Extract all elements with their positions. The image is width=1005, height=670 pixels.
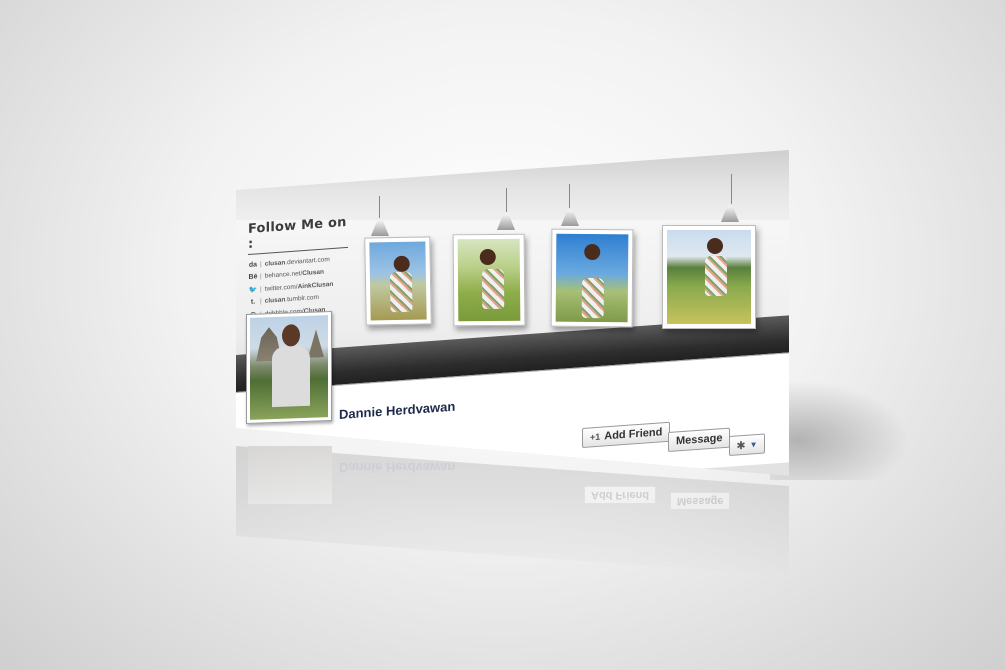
hanging-photo-2[interactable]	[452, 233, 526, 327]
reflection-photo	[248, 446, 332, 504]
add-friend-label: Add Friend	[604, 426, 663, 443]
deviantart-icon: da	[248, 261, 258, 269]
hanger-wire-3	[569, 184, 570, 208]
follow-me-title: Follow Me on :	[248, 214, 348, 255]
hanging-photo-4[interactable]	[662, 225, 756, 329]
profile-picture[interactable]	[246, 310, 332, 424]
person-body	[272, 345, 310, 408]
behance-icon: Bē	[248, 273, 258, 282]
message-label: Message	[676, 432, 723, 448]
link-text: clusan.tumblr.com	[264, 294, 319, 306]
woman-head	[479, 248, 496, 266]
woman-dress	[581, 277, 604, 319]
reflection-name: Dannie Herdvawan	[339, 460, 456, 475]
photo-image	[457, 238, 521, 322]
tumblr-icon: t.	[250, 298, 256, 307]
woman-head	[584, 243, 601, 261]
photo-image	[555, 233, 629, 323]
follow-me-panel: Follow Me on : da | clusan.deviantart.co…	[248, 214, 348, 322]
woman-head	[393, 255, 410, 273]
cover-top-rail	[236, 150, 789, 220]
photo-image	[667, 230, 751, 324]
woman-head	[707, 238, 723, 254]
photo-image	[369, 241, 427, 321]
hanger-wire-4	[731, 174, 732, 204]
chevron-down-icon: ▼	[749, 439, 758, 450]
add-friend-icon: +1	[590, 431, 601, 443]
gear-icon: ✱	[736, 439, 746, 452]
woman-dress	[389, 271, 413, 313]
woman-dress	[705, 256, 727, 296]
stage: Dannie Herdvawan Add Friend Message Foll…	[0, 0, 1005, 670]
hanging-photo-3[interactable]	[550, 228, 634, 328]
hanging-photo-1[interactable]	[364, 236, 432, 326]
card-shadow	[770, 380, 910, 480]
settings-dropdown-button[interactable]: ✱ ▼	[729, 433, 765, 456]
person-head	[282, 324, 300, 347]
temple-spire	[308, 329, 324, 358]
woman-dress	[481, 268, 505, 310]
hanger-wire-1	[379, 196, 380, 218]
reflection-add-friend: Add Friend	[584, 486, 657, 504]
hanger-wire-2	[506, 188, 507, 212]
profile-photo	[250, 315, 328, 420]
reflection-message: Message	[670, 492, 731, 510]
twitter-icon: 🐦	[248, 286, 258, 295]
